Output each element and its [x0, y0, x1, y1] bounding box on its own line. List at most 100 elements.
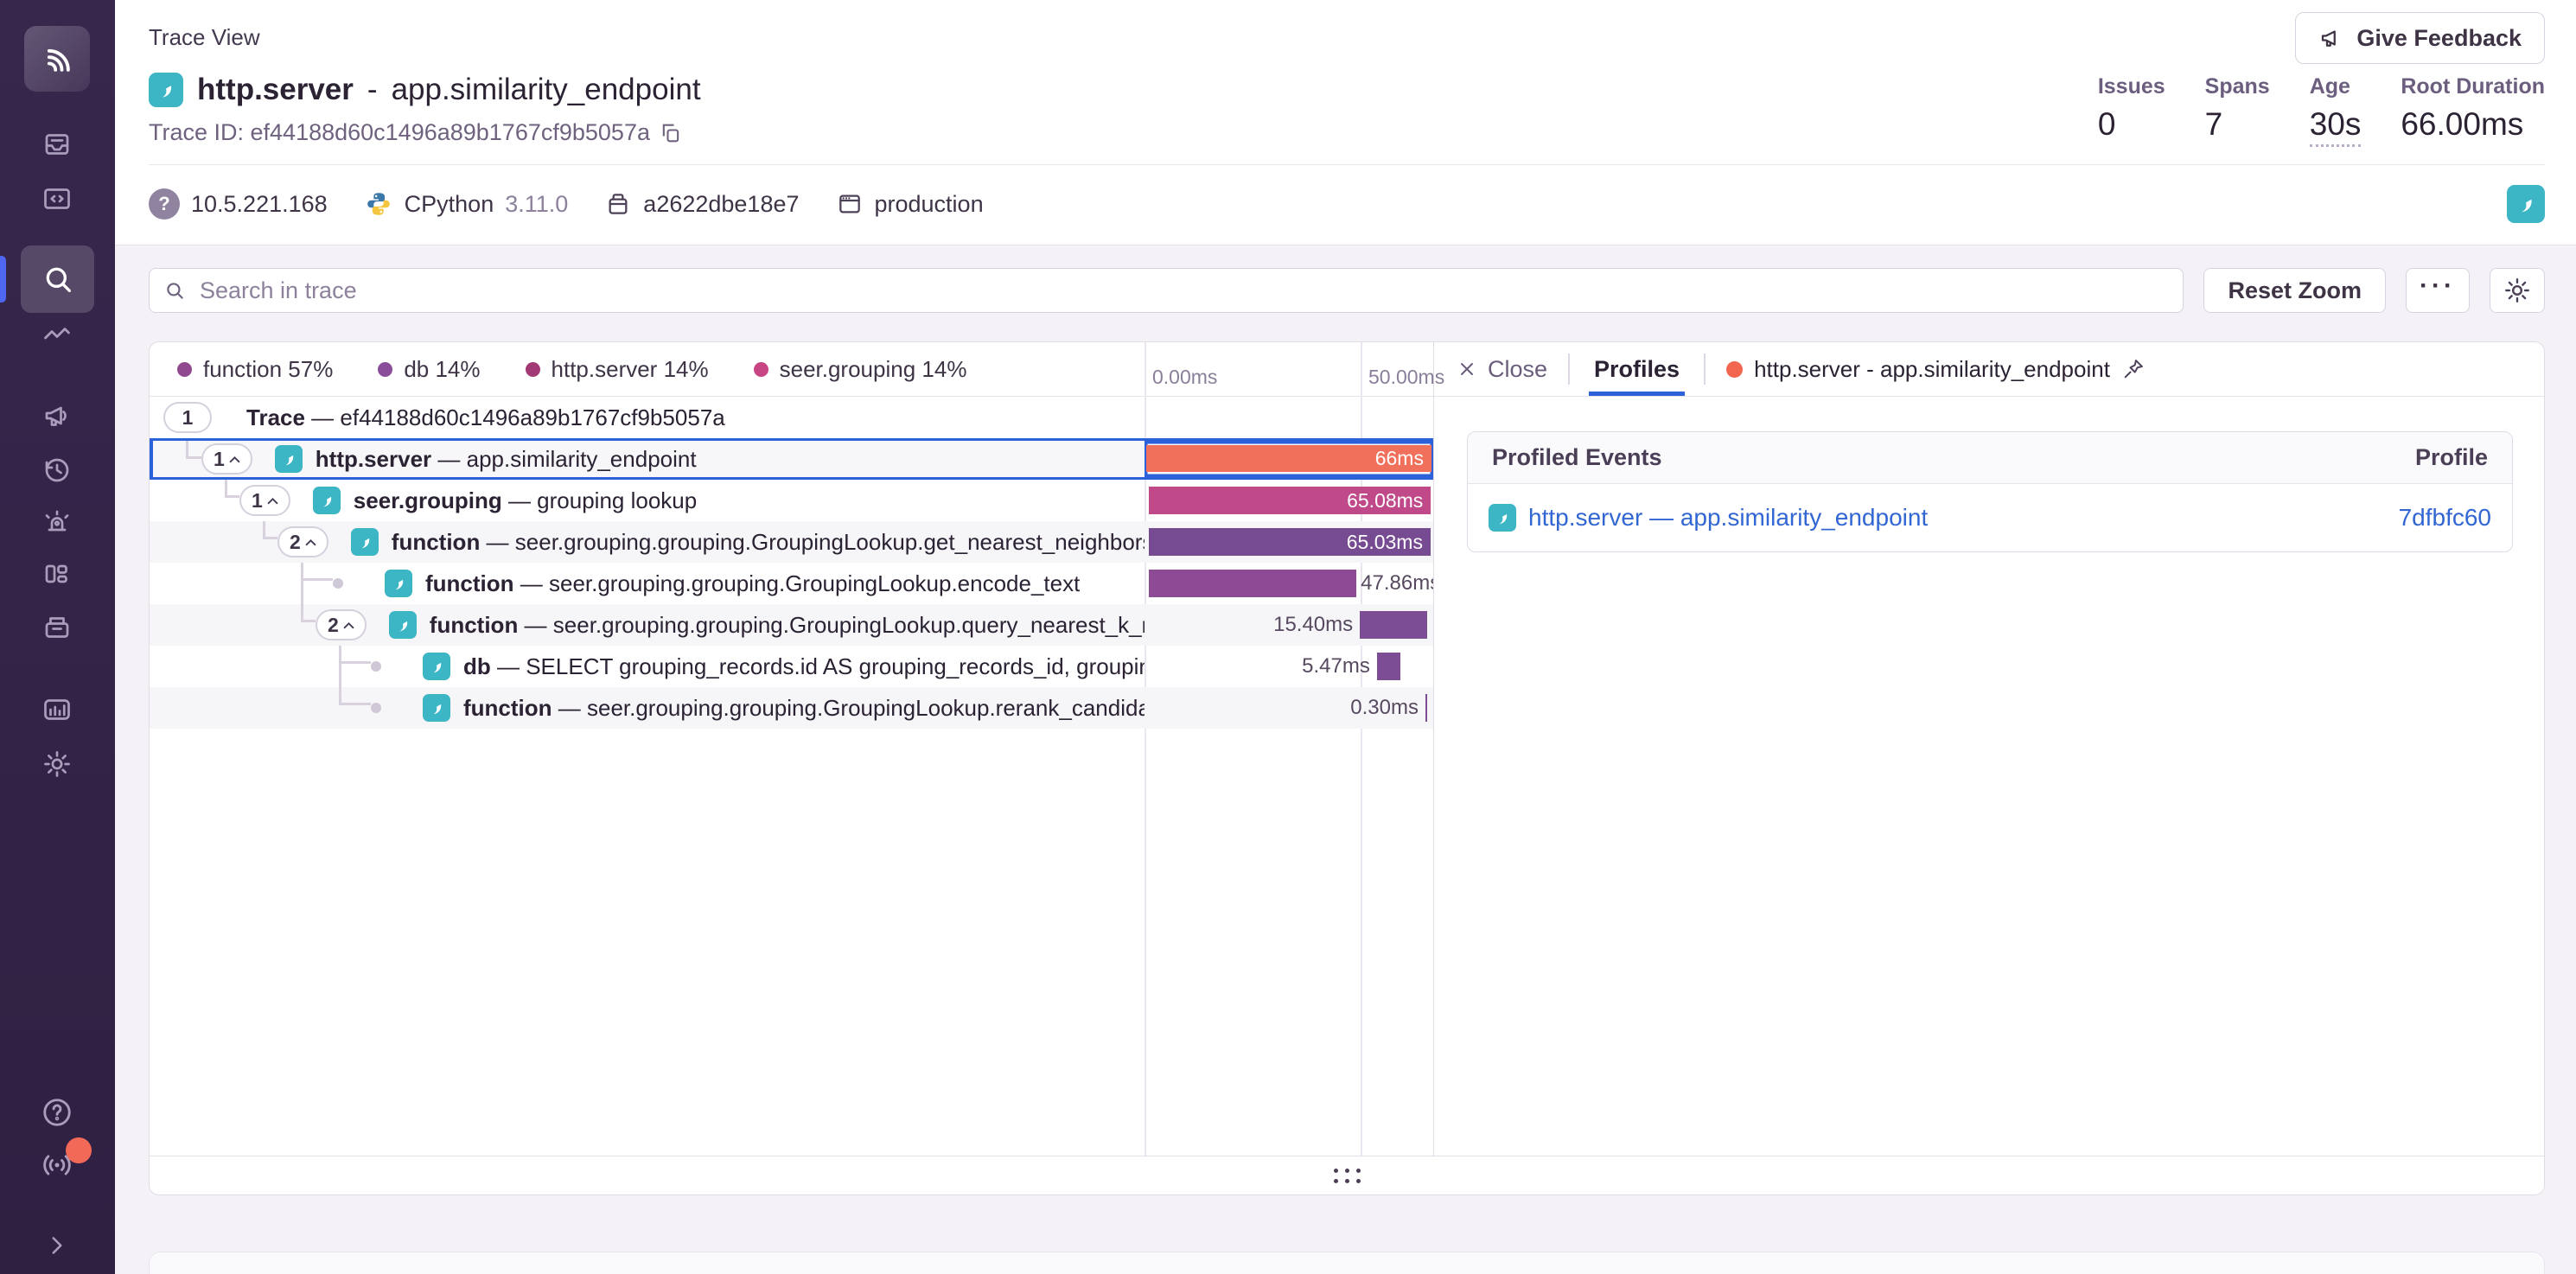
span-bar[interactable] [1149, 570, 1356, 597]
collapse-sidebar-icon[interactable] [38, 1226, 76, 1264]
next-section-edge [149, 1252, 2545, 1274]
give-feedback-button[interactable]: Give Feedback [2295, 12, 2545, 64]
more-options-button[interactable]: ··· [2406, 268, 2470, 313]
span-bar[interactable]: 65.03ms [1149, 528, 1431, 556]
legend-item[interactable]: function 57% [177, 356, 333, 383]
child-count-pill[interactable]: 1 [201, 443, 252, 475]
trace-row-seer-grouping[interactable]: 1 seer.grouping — grouping lookup 65.08m… [150, 480, 1433, 521]
span-type-icon [275, 445, 303, 473]
span-type-icon [351, 528, 379, 556]
reset-zoom-button[interactable]: Reset Zoom [2203, 268, 2386, 313]
trace-row-function-rerank[interactable]: function — seer.grouping.grouping.Groupi… [150, 687, 1433, 729]
span-duration-label: 5.47ms [1302, 653, 1370, 680]
leaf-connector-dot [371, 661, 381, 672]
profile-id-link[interactable]: 7dfbfc60 [2399, 504, 2491, 532]
performance-icon[interactable] [38, 316, 76, 354]
trace-row-db-select[interactable]: db — SELECT grouping_records.id AS group… [150, 646, 1433, 687]
stats-icon[interactable] [38, 691, 76, 729]
span-duration-label: 0.30ms [1350, 694, 1419, 722]
waterfall-empty-area [150, 729, 1433, 1156]
trace-row-root[interactable]: 1 Trace — ef44188d60c1496a89b1767cf9b505… [150, 397, 1433, 438]
trace-view-panel: function 57% db 14% http.server 14% seer… [149, 341, 2545, 1195]
tab-divider [1568, 354, 1570, 385]
close-icon [1457, 359, 1477, 379]
trace-row-function-query-nearest[interactable]: 2 function — seer.grouping.grouping.Grou… [150, 604, 1433, 646]
profiled-event-link[interactable]: http.server — app.similarity_endpoint [1528, 504, 1928, 532]
span-type-icon [423, 694, 450, 722]
sentry-logo[interactable] [24, 26, 90, 92]
meta-release[interactable]: a2622dbe18e7 [604, 190, 799, 218]
child-count-pill[interactable]: 1 [163, 402, 212, 433]
span-detail-panel: Close Profiles http.server - app.similar… [1433, 342, 2544, 1156]
issues-icon[interactable] [38, 125, 76, 163]
trace-row-function-get-nearest[interactable]: 2 function — seer.grouping.grouping.Grou… [150, 521, 1433, 563]
search-icon[interactable] [21, 245, 94, 313]
replays-icon[interactable] [38, 451, 76, 489]
leaf-connector-dot [371, 703, 381, 713]
meta-runtime[interactable]: CPython 3.11.0 [364, 189, 569, 219]
search-box [149, 268, 2184, 313]
span-bar[interactable]: 65.08ms [1149, 487, 1431, 514]
pin-icon[interactable] [2121, 357, 2146, 381]
releases-icon[interactable] [38, 608, 76, 647]
megaphone-icon [2318, 25, 2344, 51]
settings-icon[interactable] [38, 745, 76, 783]
search-input[interactable] [149, 268, 2184, 313]
child-count-pill[interactable]: 2 [277, 526, 328, 557]
profiled-event-row[interactable]: http.server — app.similarity_endpoint 7d… [1468, 484, 2512, 551]
span-type-icon [313, 487, 341, 514]
pinned-span-tab[interactable]: http.server - app.similarity_endpoint [1726, 356, 2146, 383]
drag-handle-icon[interactable] [1334, 1169, 1361, 1183]
leaf-connector-dot [333, 578, 343, 589]
trace-row-function-encode-text[interactable]: function — seer.grouping.grouping.Groupi… [150, 563, 1433, 604]
legend-dot [378, 362, 392, 377]
feedback-megaphone-icon[interactable] [38, 397, 76, 435]
detail-tabbar: Close Profiles http.server - app.similar… [1434, 342, 2544, 397]
span-bar[interactable] [1377, 653, 1400, 680]
child-count-pill[interactable]: 2 [316, 609, 367, 640]
legend-item[interactable]: seer.grouping 14% [754, 356, 967, 383]
span-color-dot [1726, 361, 1743, 378]
span-bar[interactable] [1360, 611, 1427, 639]
meta-row: ? 10.5.221.168 CPython 3.11.0 a2622dbe18… [149, 182, 2545, 226]
package-icon [604, 190, 632, 218]
span-bar[interactable]: 66ms [1146, 445, 1431, 472]
gear-icon [2503, 276, 2532, 305]
notification-dot [66, 1137, 92, 1163]
axis-tick-0: 0.00ms [1152, 366, 1217, 389]
legend-dot [526, 362, 540, 377]
trace-settings-button[interactable] [2490, 268, 2545, 313]
trace-row-http-server[interactable]: 1 http.server — app.similarity_endpoint … [150, 438, 1433, 480]
legend-item[interactable]: http.server 14% [526, 356, 709, 383]
meta-ip[interactable]: ? 10.5.221.168 [149, 188, 328, 220]
child-count-pill[interactable]: 1 [239, 485, 290, 516]
close-panel-button[interactable]: Close [1457, 356, 1547, 383]
unknown-user-icon: ? [149, 188, 180, 220]
axis-tick-50: 50.00ms [1368, 366, 1444, 389]
tab-divider [1704, 354, 1706, 385]
span-duration-label: 47.86ms [1361, 570, 1433, 597]
span-bar[interactable] [1425, 694, 1427, 722]
stat-root-duration: Root Duration66.00ms [2401, 74, 2545, 147]
profiled-events-card: Profiled Events Profile http.server — ap… [1467, 431, 2513, 552]
trace-id: Trace ID: ef44188d60c1496a89b1767cf9b505… [149, 119, 683, 146]
panel-resize-bar[interactable] [150, 1156, 2544, 1194]
project-avatar[interactable] [2507, 185, 2545, 223]
copy-icon[interactable] [659, 121, 683, 145]
meta-environment[interactable]: production [836, 190, 984, 218]
dashboards-icon[interactable] [38, 557, 76, 596]
help-icon[interactable] [38, 1093, 76, 1131]
alerts-icon[interactable] [38, 503, 76, 541]
sidebar-active-indicator [0, 256, 6, 303]
span-type-icon [389, 611, 417, 639]
legend-item[interactable]: db 14% [378, 356, 480, 383]
legend-dot [177, 362, 192, 377]
page-title: http.server - app.similarity_endpoint [149, 73, 701, 107]
window-icon [836, 190, 864, 218]
trace-waterfall: function 57% db 14% http.server 14% seer… [150, 342, 1433, 1156]
tab-profiles[interactable]: Profiles [1591, 342, 1683, 396]
stat-spans: Spans7 [2205, 74, 2270, 147]
explore-icon[interactable] [38, 180, 76, 218]
stat-issues: Issues0 [2098, 74, 2165, 147]
trace-stats: Issues0 Spans7 Age30s Root Duration66.00… [2098, 74, 2545, 147]
